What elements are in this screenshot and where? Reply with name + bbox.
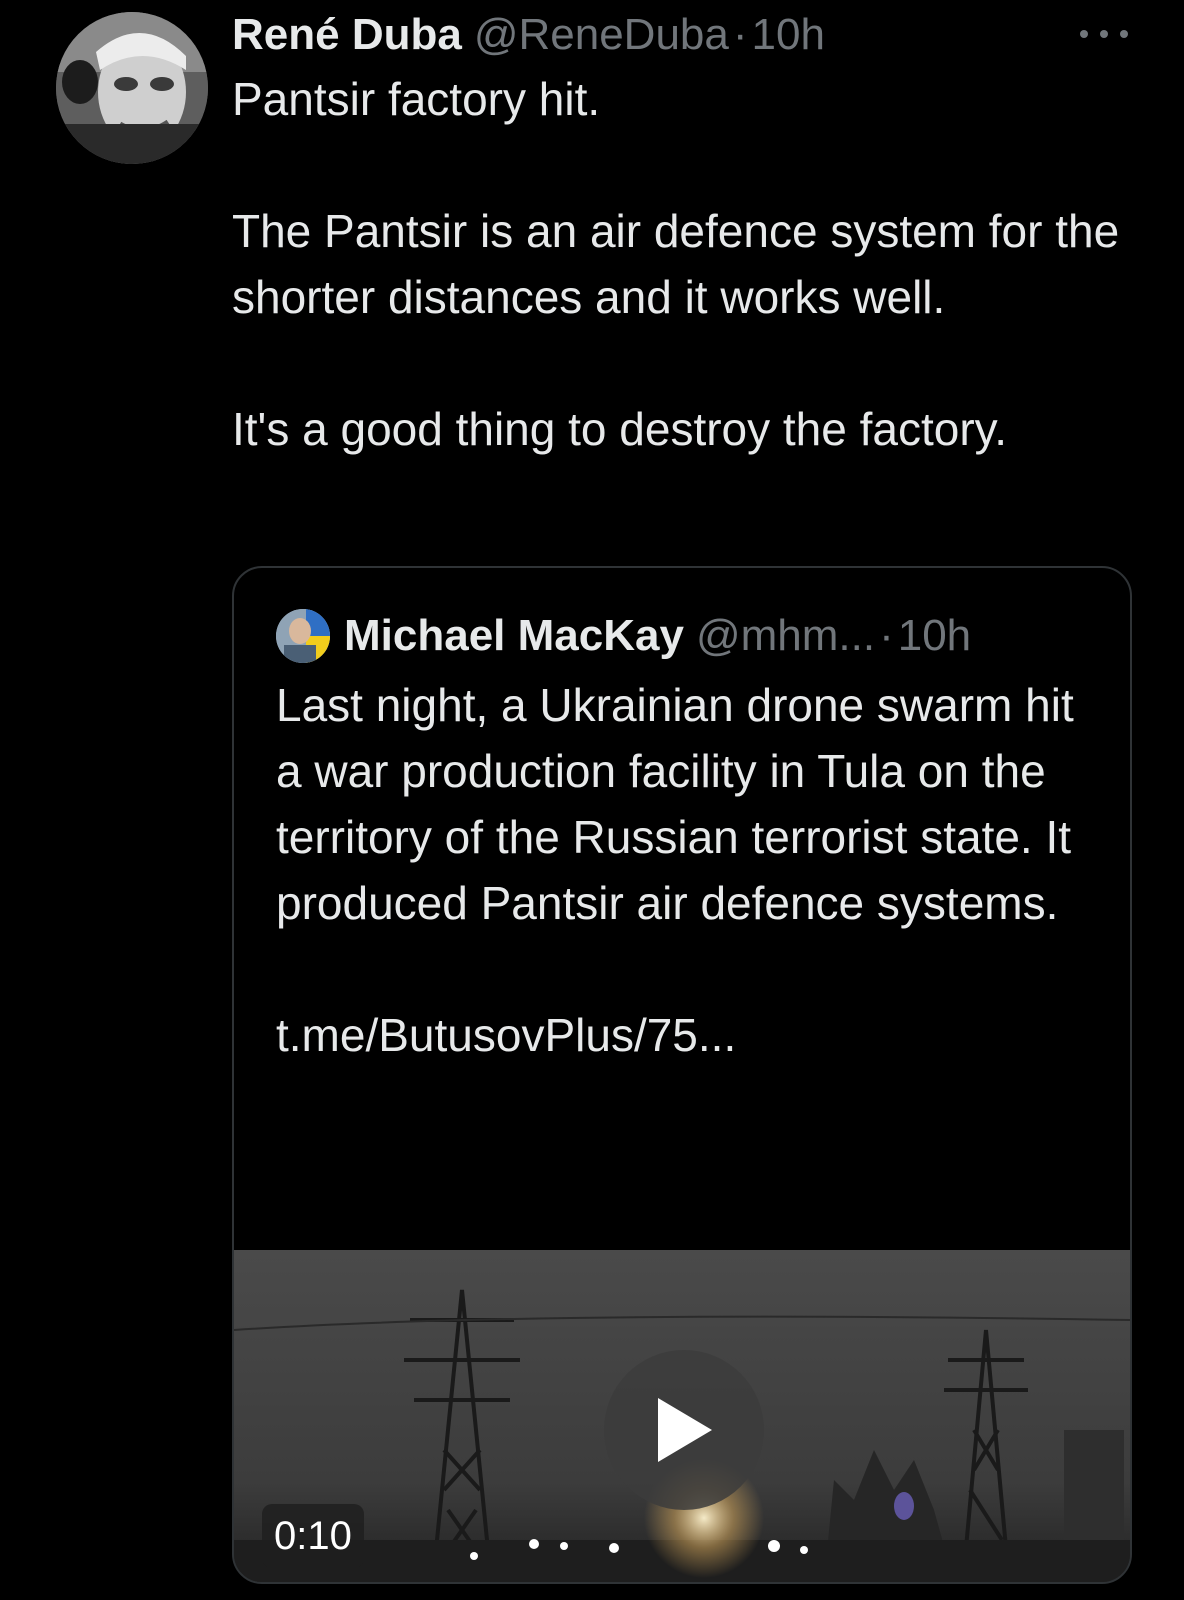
quoted-tweet-header: Michael MacKay @mhm... · 10h [276,608,971,664]
quoted-timestamp[interactable]: 10h [898,611,971,661]
author-handle[interactable]: @ReneDuba [474,6,729,64]
quoted-author-handle[interactable]: @mhm... [696,611,875,661]
play-icon [658,1398,712,1462]
author-name[interactable]: René Duba [232,6,462,64]
quoted-tweet-card[interactable]: Michael MacKay @mhm... · 10h Last night,… [232,566,1132,1584]
video-duration-badge: 0:10 [262,1504,364,1568]
quoted-tweet-text: Last night, a Ukrainian drone swarm hit … [276,672,1096,1068]
separator-dot: · [732,10,748,59]
tweet-paragraph: Pantsir factory hit. [232,73,601,125]
play-button[interactable] [604,1350,764,1510]
quoted-tweet-link[interactable]: t.me/ButusovPlus/75... [276,1002,1096,1068]
tweet-paragraph: It's a good thing to destroy the factory… [232,403,1008,455]
dot [1080,30,1088,38]
tweet[interactable]: René Duba @ReneDuba · 10h Pantsir factor… [0,0,1184,1600]
tweet-header: René Duba @ReneDuba · 10h [232,6,825,64]
timestamp[interactable]: 10h [752,6,825,64]
separator-dot: · [879,611,894,660]
tweet-paragraph: The Pantsir is an air defence system for… [232,205,1120,323]
quoted-tweet-body: Last night, a Ukrainian drone swarm hit … [276,679,1074,929]
quoted-author-name[interactable]: Michael MacKay [344,611,684,661]
tweet-text: Pantsir factory hit. The Pantsir is an a… [232,66,1132,462]
quoted-author-avatar[interactable] [276,609,330,663]
more-options-icon[interactable] [1080,20,1128,48]
dot [1120,30,1128,38]
author-avatar[interactable] [56,12,208,164]
dot [1100,30,1108,38]
video-player[interactable]: 0:10 [234,1250,1130,1582]
